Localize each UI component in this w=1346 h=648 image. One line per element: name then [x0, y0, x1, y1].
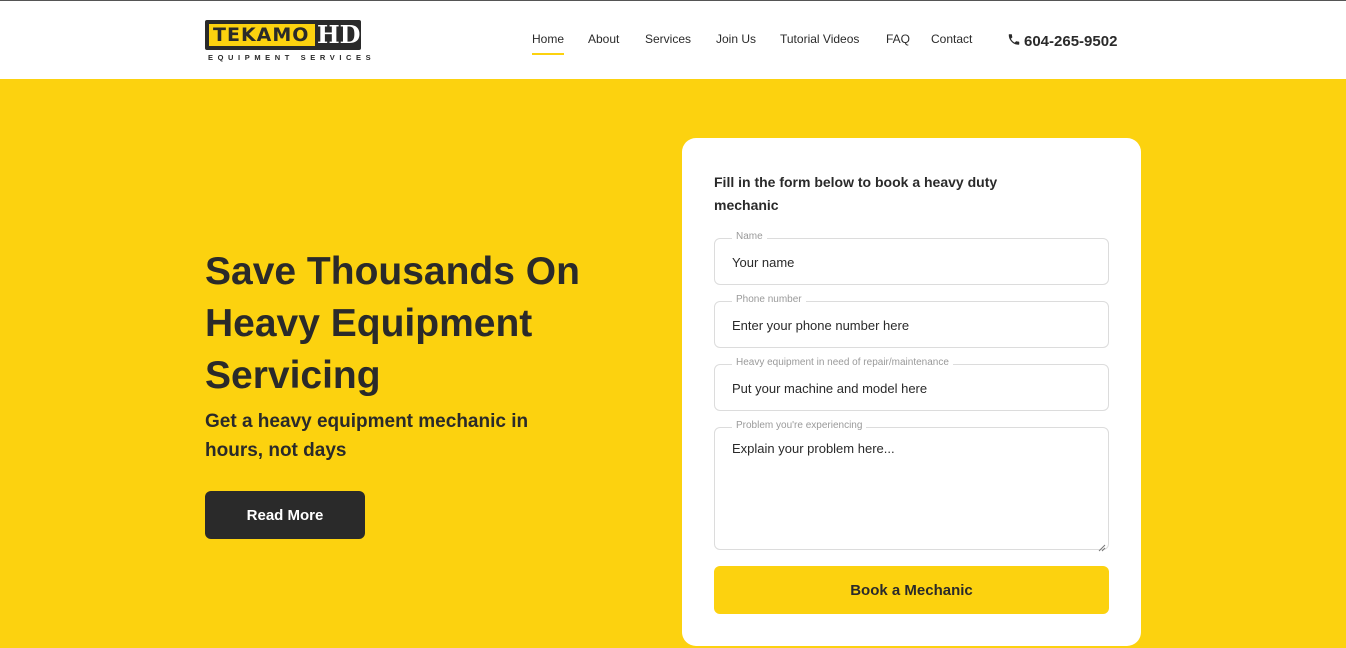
- name-field-label: Name: [732, 231, 767, 242]
- nav-contact[interactable]: Contact: [931, 32, 972, 46]
- book-mechanic-button[interactable]: Book a Mechanic: [714, 566, 1109, 614]
- nav-tutorial-videos[interactable]: Tutorial Videos: [780, 32, 859, 46]
- resize-handle-icon[interactable]: [1098, 539, 1106, 552]
- nav-faq[interactable]: FAQ: [886, 32, 910, 46]
- problem-field-label: Problem you're experiencing: [732, 420, 867, 431]
- nav-join-us[interactable]: Join Us: [716, 32, 756, 46]
- equipment-field-label: Heavy equipment in need of repair/mainte…: [732, 357, 953, 368]
- phone-field-label: Phone number: [732, 294, 806, 305]
- nav-about[interactable]: About: [588, 32, 619, 46]
- booking-form-card: Fill in the form below to book a heavy d…: [682, 138, 1141, 646]
- equipment-field: Heavy equipment in need of repair/mainte…: [714, 357, 1109, 411]
- phone-icon: [1007, 32, 1021, 51]
- logo-hd: HD: [317, 20, 361, 49]
- equipment-input[interactable]: [732, 379, 1098, 397]
- phone-input[interactable]: [732, 316, 1098, 334]
- problem-textarea[interactable]: [732, 441, 1098, 541]
- logo-wordmark: TEKAMO: [213, 24, 310, 46]
- hero-title: Save Thousands On Heavy Equipment Servic…: [205, 250, 580, 397]
- form-title: Fill in the form below to book a heavy d…: [714, 174, 998, 213]
- nav-home[interactable]: Home: [532, 32, 565, 55]
- logo-tagline: EQUIPMENT SERVICES: [208, 53, 376, 62]
- phone-field: Phone number: [714, 294, 1109, 348]
- hero-subtitle: Get a heavy equipment mechanic in hours,…: [205, 411, 529, 461]
- nav-services[interactable]: Services: [645, 32, 691, 46]
- problem-field: Problem you're experiencing: [714, 420, 1109, 552]
- phone-number: 604-265-9502: [1024, 33, 1118, 50]
- tekamo-logo[interactable]: TEKAMO HD EQUIPMENT SERVICES: [205, 20, 371, 62]
- phone-link[interactable]: 604-265-9502: [1007, 32, 1117, 51]
- site-header: TEKAMO HD EQUIPMENT SERVICES Home About …: [0, 0, 1346, 79]
- read-more-button[interactable]: Read More: [205, 491, 365, 539]
- name-input[interactable]: [732, 253, 1098, 271]
- name-field: Name: [714, 231, 1109, 285]
